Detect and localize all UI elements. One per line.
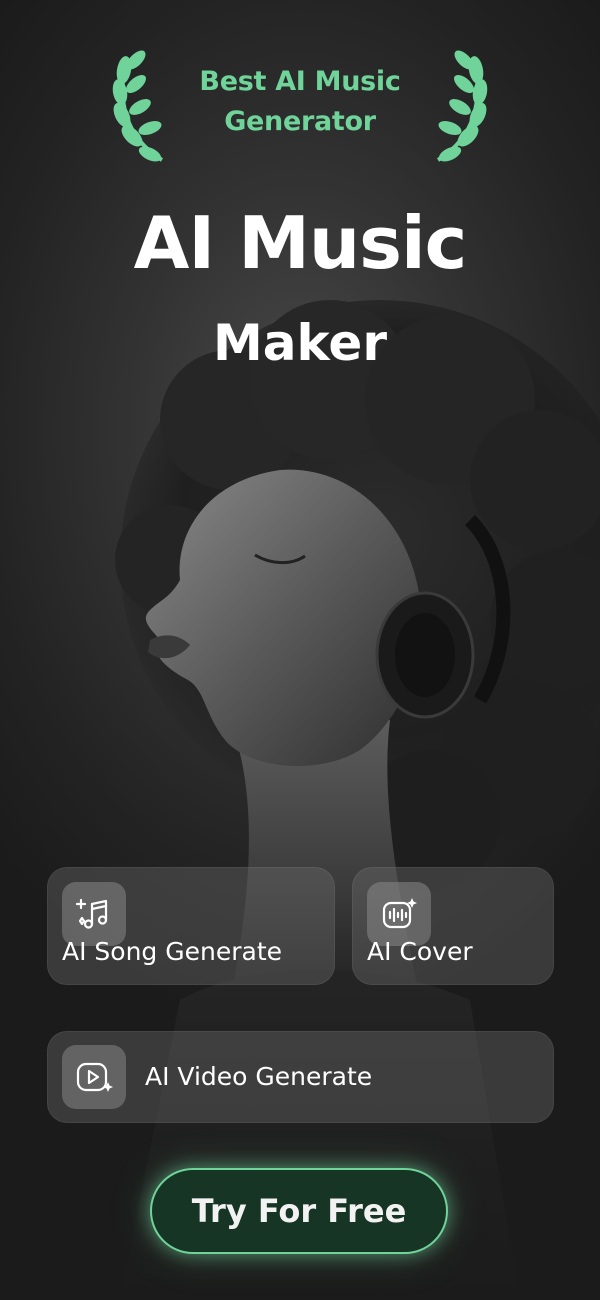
award-badge: Best AI Music Generator — [110, 40, 490, 165]
laurel-right-icon — [436, 50, 488, 162]
ai-video-generate-card[interactable]: AI Video Generate — [47, 1031, 554, 1123]
hero-title: AI Music — [133, 201, 468, 285]
ai-song-generate-card[interactable]: AI Song Generate — [47, 867, 335, 985]
onboarding-screen: Best AI Music Generator AI Music Maker A… — [0, 0, 600, 1300]
try-for-free-button[interactable]: Try For Free — [150, 1168, 448, 1254]
badge-line-1: Best AI Music — [199, 66, 401, 97]
ai-song-generate-label: AI Song Generate — [62, 937, 283, 966]
hero-subtitle: Maker — [213, 314, 387, 372]
ai-cover-card[interactable]: AI Cover — [352, 867, 554, 985]
ai-video-generate-label: AI Video Generate — [145, 1062, 373, 1091]
badge-line-2: Generator — [224, 106, 376, 137]
video-play-sparkle-icon — [62, 1045, 126, 1109]
ai-cover-label: AI Cover — [367, 937, 473, 966]
badge-title: Best AI Music Generator — [170, 62, 430, 142]
